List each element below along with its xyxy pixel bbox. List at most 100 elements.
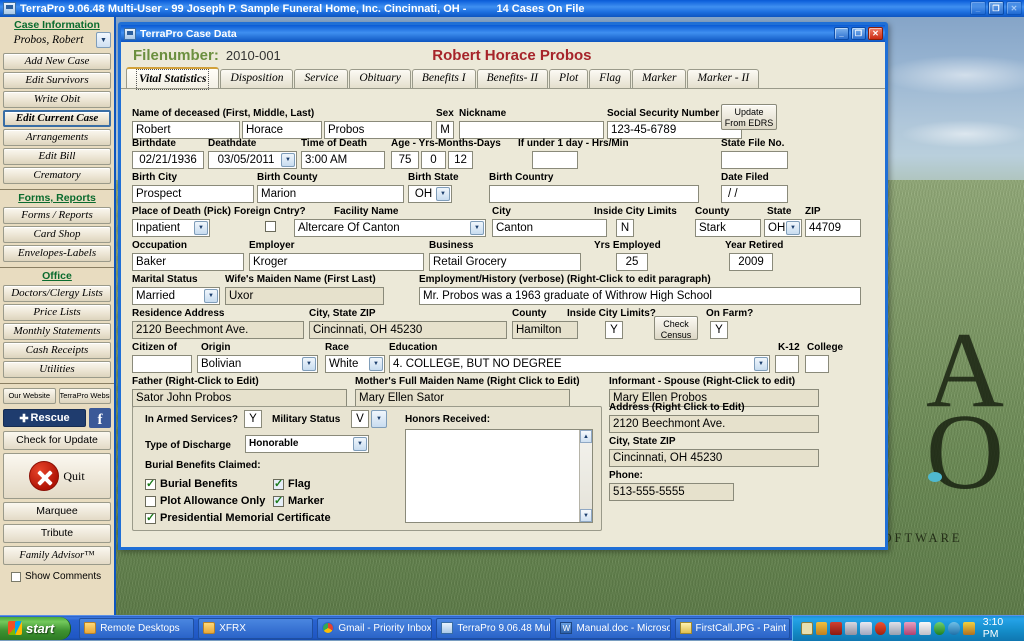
birth-country-input[interactable] (489, 185, 699, 203)
tab-disposition[interactable]: Disposition (220, 69, 294, 88)
city-input[interactable]: Canton (492, 219, 607, 237)
network-icon[interactable] (845, 621, 857, 635)
rescue-button[interactable]: ✚ Rescue (3, 409, 86, 427)
check-for-update-button[interactable]: Check for Update (3, 431, 111, 450)
res-city-state-zip-input[interactable]: Cincinnati, OH 45230 (309, 321, 507, 339)
checkbox-burial-benefits[interactable]: Burial Benefits (145, 477, 238, 490)
quit-button[interactable]: Quit (3, 453, 111, 499)
sidebar-item-envelopes-labels[interactable]: Envelopes-Labels (3, 245, 111, 262)
sidebar-item-price-lists[interactable]: Price Lists (3, 304, 111, 321)
informant-city-state-zip-input[interactable]: Cincinnati, OH 45230 (609, 449, 819, 467)
case-close-button[interactable]: ✕ (868, 27, 883, 40)
volume-icon[interactable] (859, 621, 872, 635)
race-select[interactable]: White ▼ (325, 355, 385, 373)
sidebar-item-write-obit[interactable]: Write Obit (3, 91, 111, 108)
zip-input[interactable]: 44709 (805, 219, 861, 237)
restore-button[interactable]: ❐ (988, 1, 1004, 15)
tab-service[interactable]: Service (294, 69, 349, 88)
year-retired-input[interactable]: 2009 (729, 253, 773, 271)
business-input[interactable]: Retail Grocery (429, 253, 581, 271)
taskbar-clock[interactable]: 3:10 PM (983, 616, 1018, 640)
foreign-cntry-checkbox[interactable] (265, 221, 276, 232)
birth-county-input[interactable]: Marion (257, 185, 404, 203)
monitor-icon[interactable] (904, 621, 916, 635)
place-of-death-select[interactable]: Inpatient ▼ (132, 219, 210, 237)
res-inside-city-limits-input[interactable]: Y (605, 321, 623, 339)
chevron-down-icon[interactable]: ▼ (754, 357, 768, 371)
sidebar-item-doctors-clergy-lists[interactable]: Doctors/Clergy Lists (3, 285, 111, 302)
chevron-down-icon[interactable]: ▼ (194, 221, 208, 235)
age-days-input[interactable]: 12 (448, 151, 473, 169)
start-button[interactable]: start (0, 616, 72, 640)
case-minimize-button[interactable]: _ (834, 27, 849, 40)
marquee-button[interactable]: Marquee (3, 502, 111, 521)
informant-address-input[interactable]: 2120 Beechmont Ave. (609, 415, 819, 433)
plot-allowance-checkbox[interactable] (145, 495, 156, 507)
chevron-down-icon[interactable]: ▼ (96, 32, 111, 48)
terrapro-website-button[interactable]: TerraPro Website (58, 388, 111, 404)
presidential-certificate-checkbox[interactable] (145, 511, 156, 524)
first-name-input[interactable]: Robert (132, 121, 240, 139)
on-farm-input[interactable]: Y (710, 321, 728, 339)
date-filed-input[interactable]: / / (721, 185, 788, 203)
chevron-down-icon[interactable]: ▼ (204, 289, 218, 303)
sidebar-item-forms-reports[interactable]: Forms / Reports (3, 207, 111, 224)
last-name-input[interactable]: Probos (324, 121, 432, 139)
facility-name-select[interactable]: Altercare Of Canton ▼ (294, 219, 486, 237)
burial-benefits-checkbox[interactable] (145, 477, 156, 490)
case-restore-button[interactable]: ❐ (851, 27, 866, 40)
taskbar-item-xfrx[interactable]: XFRX (198, 617, 314, 639)
sidebar-item-utilities[interactable]: Utilities (3, 361, 111, 378)
k12-input[interactable] (775, 355, 799, 373)
sidebar-item-edit-bill[interactable]: Edit Bill (3, 148, 111, 165)
chevron-down-icon[interactable]: ▼ (786, 221, 800, 235)
sidebar-item-add-new-case[interactable]: Add New Case (3, 53, 111, 70)
chevron-down-icon[interactable]: ▼ (302, 357, 316, 371)
taskbar-item-gmail[interactable]: Gmail - Priority Inbox ... (317, 617, 433, 639)
education-select[interactable]: 4. COLLEGE, BUT NO DEGREE ▼ (389, 355, 770, 373)
mother-input[interactable]: Mary Ellen Sator (355, 389, 570, 407)
employment-history-input[interactable]: Mr. Probos was a 1963 graduate of Withro… (419, 287, 861, 305)
checkbox-marker[interactable]: Marker (273, 494, 324, 507)
shield-icon[interactable] (874, 621, 887, 635)
residence-address-input[interactable]: 2120 Beechmont Ave. (132, 321, 304, 339)
minimize-button[interactable]: _ (970, 1, 986, 15)
case-window-title-bar[interactable]: TerraPro Case Data _ ❐ ✕ (121, 25, 885, 42)
tab-flag[interactable]: Flag (589, 69, 631, 88)
checkbox-flag[interactable]: Flag (273, 477, 311, 490)
taskbar-item-terrapro[interactable]: TerraPro 9.06.48 Mul... (436, 617, 552, 639)
chevron-down-icon[interactable]: ▼ (470, 221, 484, 235)
tab-benefits-i[interactable]: Benefits I (411, 69, 476, 88)
honors-received-textarea[interactable]: ▲ ▼ (405, 429, 593, 523)
flag-checkbox[interactable] (273, 477, 284, 490)
birthdate-input[interactable]: 02/21/1936 (132, 151, 204, 169)
taskbar-item-remote-desktops[interactable]: Remote Desktops (79, 617, 195, 639)
app-icon[interactable] (963, 621, 975, 635)
scroll-down-icon[interactable]: ▼ (580, 509, 592, 522)
tab-marker-ii[interactable]: Marker - II (687, 69, 760, 88)
state-select[interactable]: OH ▼ (764, 219, 802, 237)
state-file-no-input[interactable] (721, 151, 788, 169)
clock-icon[interactable] (948, 621, 960, 635)
chevron-down-icon[interactable]: ▼ (436, 187, 450, 201)
sidebar-item-arrangements[interactable]: Arrangements (3, 129, 111, 146)
sidebar-item-cash-receipts[interactable]: Cash Receipts (3, 342, 111, 359)
middle-name-input[interactable]: Horace (242, 121, 322, 139)
mail-icon[interactable] (800, 621, 813, 635)
informant-phone-input[interactable]: 513-555-5555 (609, 483, 734, 501)
time-of-death-input[interactable]: 3:00 AM (301, 151, 385, 169)
taskbar-item-firstcall-paint[interactable]: FirstCall.JPG - Paint (674, 617, 790, 639)
chevron-down-icon[interactable]: ▼ (371, 410, 387, 428)
family-advisor-button[interactable]: Family Advisor™ (3, 546, 111, 565)
check-census-button[interactable]: Check Census (654, 316, 698, 340)
age-years-input[interactable]: 75 (391, 151, 419, 169)
res-county-input[interactable]: Hamilton (512, 321, 578, 339)
sex-input[interactable]: M (436, 121, 454, 139)
nickname-input[interactable] (459, 121, 604, 139)
tab-vital-statistics[interactable]: Vital Statistics (126, 67, 220, 90)
yrs-employed-input[interactable]: 25 (616, 253, 648, 271)
sidebar-item-crematory[interactable]: Crematory (3, 167, 111, 184)
college-input[interactable] (805, 355, 829, 373)
birth-city-input[interactable]: Prospect (132, 185, 254, 203)
citizen-of-input[interactable] (132, 355, 192, 373)
